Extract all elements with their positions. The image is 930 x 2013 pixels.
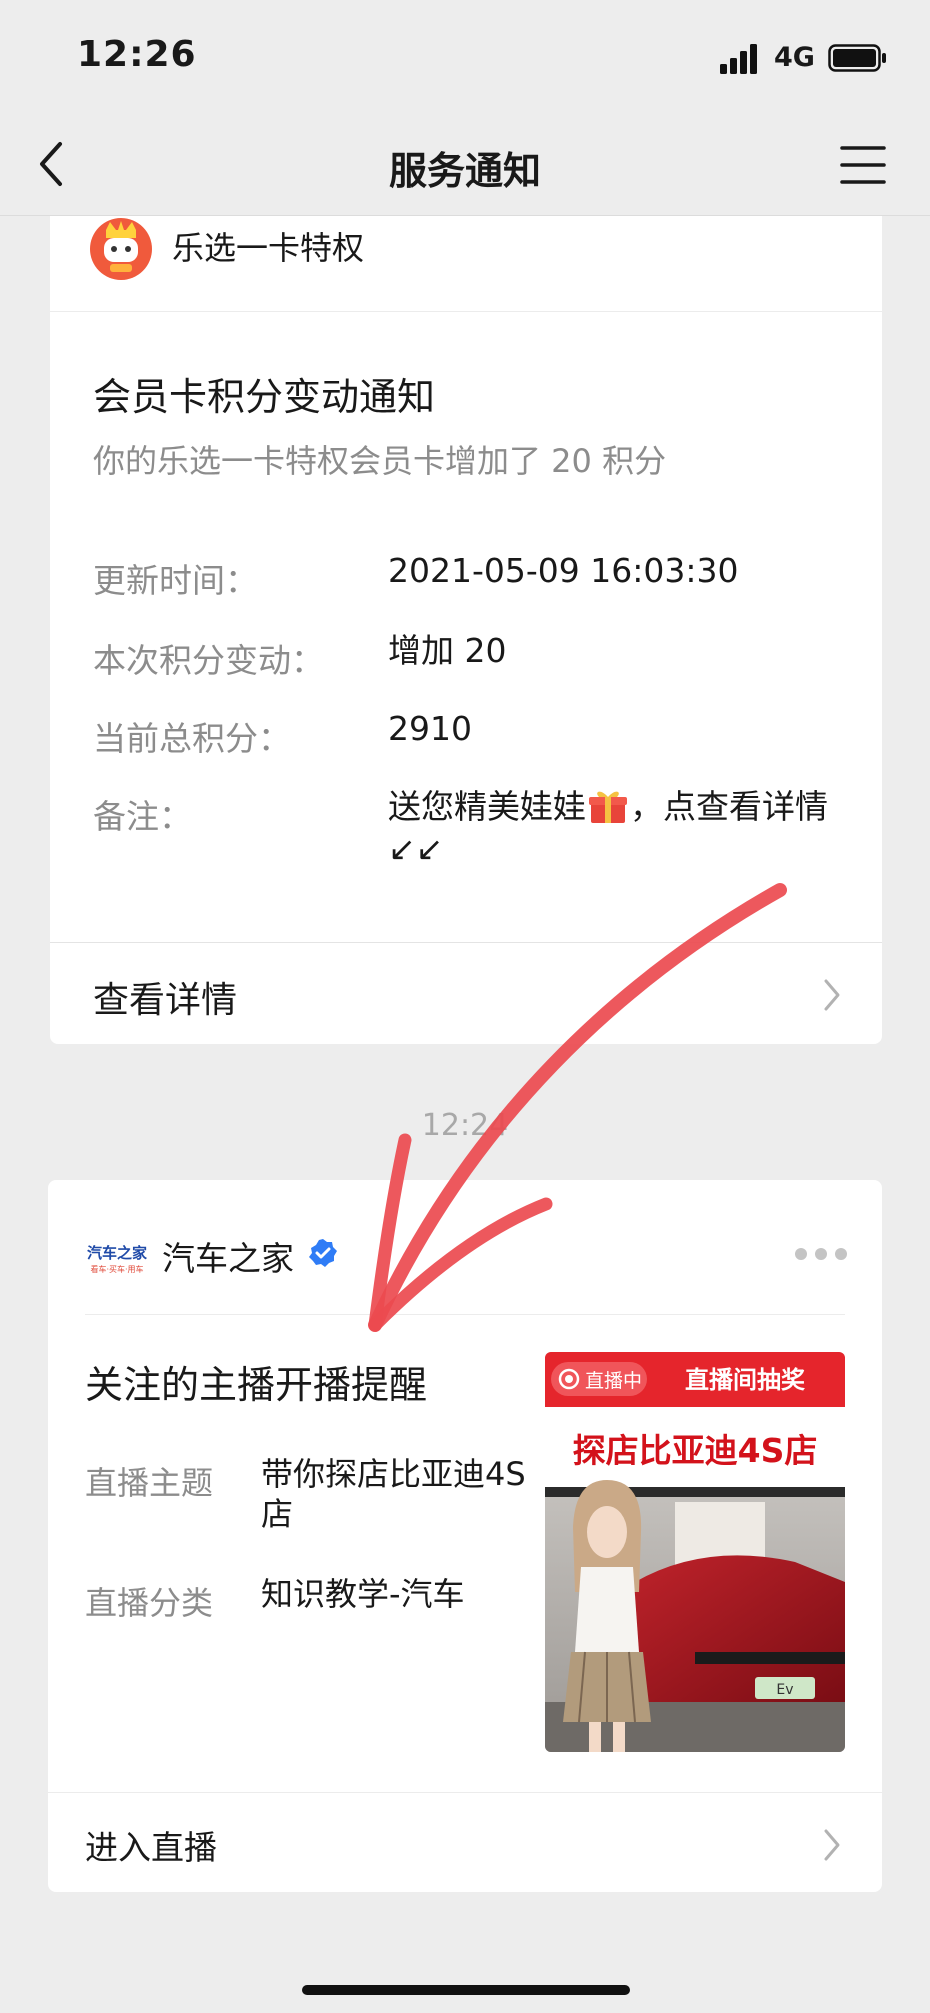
points-notification-card: 乐选一卡特权 会员卡积分变动通知 你的乐选一卡特权会员卡增加了 20 积分 更新…	[50, 216, 882, 1044]
chevron-right-icon	[824, 979, 840, 1011]
total-points-label: 当前总积分：	[93, 719, 291, 758]
logo-tagline: 看车·买车·用车	[90, 1264, 143, 1274]
gift-icon	[589, 791, 627, 823]
brand-name: 汽车之家	[162, 1239, 294, 1278]
notification-title: 关注的主播开播提醒	[85, 1363, 428, 1407]
network-label: 4G	[774, 42, 815, 73]
thumbnail-banner: 直播间抽奖	[685, 1366, 806, 1394]
divider	[85, 1314, 845, 1315]
thumbnail-headline: 探店比亚迪4S店	[573, 1431, 818, 1470]
enter-live-button[interactable]: 进入直播	[48, 1792, 882, 1892]
brand-name: 乐选一卡特权	[172, 229, 365, 267]
live-thumbnail[interactable]: 直播中 直播间抽奖 探店比亚迪4S店 Ev	[545, 1352, 845, 1752]
nav-bar: 服务通知	[0, 110, 930, 216]
points-change-label: 本次积分变动：	[93, 641, 324, 680]
menu-icon[interactable]	[838, 140, 888, 190]
autohome-logo: 汽车之家 看车·买车·用车	[87, 1244, 147, 1274]
update-time-value: 2021-05-09 16:03:30	[388, 551, 739, 590]
view-details-label: 查看详情	[93, 980, 238, 1021]
update-time-label: 更新时间：	[93, 561, 258, 600]
home-indicator	[302, 1985, 630, 1995]
view-details-button[interactable]: 查看详情	[50, 942, 882, 1044]
total-points-value: 2910	[388, 709, 472, 748]
verified-icon	[309, 1239, 337, 1267]
remark-value: 送您精美娃娃 ，点查看详情↙↙	[388, 786, 848, 870]
live-topic-label: 直播主题	[85, 1464, 214, 1502]
signal-icon	[720, 44, 757, 74]
chevron-right-icon	[824, 1829, 840, 1861]
page-title: 服务通知	[388, 149, 541, 193]
more-icon[interactable]	[793, 1244, 849, 1264]
status-time: 12:26	[77, 34, 197, 75]
live-topic-value: 带你探店比亚迪4S店	[261, 1455, 526, 1533]
battery-icon	[828, 44, 886, 72]
notification-subtitle: 你的乐选一卡特权会员卡增加了 20 积分	[93, 442, 667, 480]
message-timestamp: 12:24	[421, 1108, 509, 1143]
enter-live-label: 进入直播	[85, 1828, 217, 1867]
brand-logo	[90, 218, 152, 280]
live-category-label: 直播分类	[85, 1584, 214, 1622]
card-header: 乐选一卡特权	[50, 216, 882, 312]
points-change-value: 增加 20	[388, 631, 507, 670]
license-plate: Ev	[776, 1682, 793, 1698]
live-reminder-card: 汽车之家 看车·买车·用车 汽车之家 关注的主播开播提醒 直播主题 带你探店比亚…	[48, 1180, 882, 1892]
notification-title: 会员卡积分变动通知	[93, 375, 436, 419]
remark-label: 备注：	[93, 797, 192, 836]
status-bar: 12:26 4G	[0, 0, 930, 110]
live-category-value: 知识教学-汽车	[261, 1575, 465, 1613]
remark-text-before: 送您精美娃娃	[388, 787, 586, 826]
live-badge: 直播中	[585, 1370, 642, 1392]
logo-text: 汽车之家	[87, 1244, 147, 1262]
